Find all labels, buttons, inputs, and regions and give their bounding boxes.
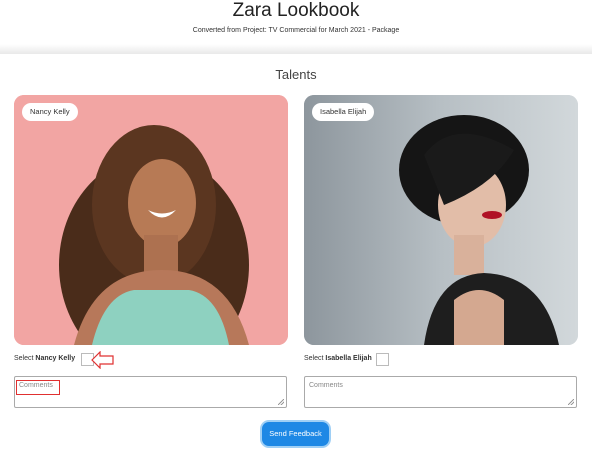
- select-label-isabella-elijah: Select Isabella Elijah: [304, 352, 372, 366]
- talent-name-chip: Isabella Elijah: [312, 103, 375, 121]
- select-checkbox-isabella-elijah[interactable]: [376, 353, 389, 366]
- resize-handle-icon[interactable]: [278, 399, 284, 405]
- resize-handle-icon[interactable]: [568, 399, 574, 405]
- page-title: Zara Lookbook: [232, 0, 360, 21]
- arrow-left-icon: [91, 351, 114, 369]
- highlight-box: [16, 380, 60, 395]
- select-label-nancy-kelly: Select Nancy Kelly: [14, 352, 75, 366]
- header-divider: [0, 44, 592, 54]
- talent-card-isabella-elijah[interactable]: Isabella Elijah: [304, 95, 578, 345]
- talent-card-nancy-kelly[interactable]: Nancy Kelly: [14, 95, 288, 345]
- select-prefix: Select: [304, 355, 324, 362]
- select-prefix: Select: [14, 355, 34, 362]
- page-header: Zara Lookbook Converted from Project: TV…: [0, 0, 592, 54]
- talent-name-chip: Nancy Kelly: [22, 103, 78, 121]
- comments-placeholder: Comments: [309, 382, 343, 389]
- select-name: Nancy Kelly: [35, 355, 76, 362]
- talent-photo-nancy-kelly: [14, 95, 288, 345]
- comments-field-isabella-elijah[interactable]: Comments: [304, 376, 577, 408]
- talent-photo-isabella-elijah: [304, 95, 578, 345]
- send-feedback-button[interactable]: Send Feedback: [262, 422, 329, 446]
- section-title: Talents: [275, 67, 317, 82]
- select-name: Isabella Elijah: [325, 355, 372, 362]
- page-subtitle: Converted from Project: TV Commercial fo…: [192, 27, 400, 34]
